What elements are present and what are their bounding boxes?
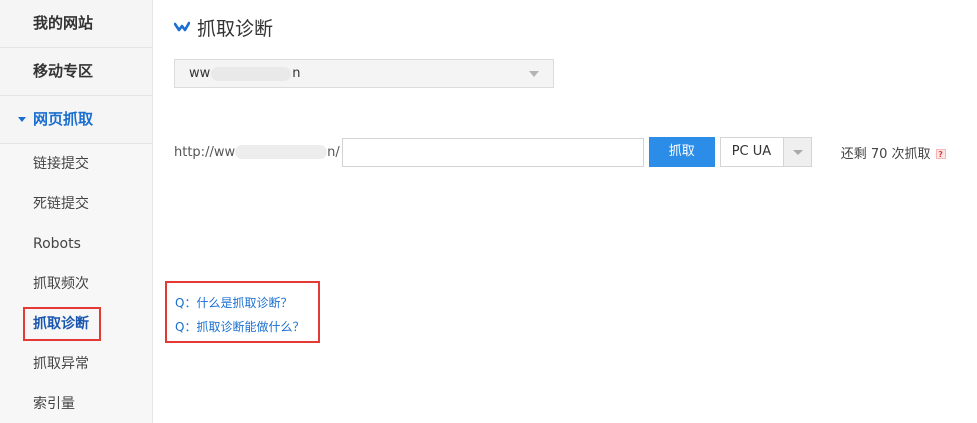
sidebar-item-robots[interactable]: Robots [0, 224, 152, 264]
faq-link-what-can-do[interactable]: Q：抓取诊断能做什么？ [175, 315, 318, 339]
redacted-mask [211, 66, 292, 81]
sidebar-section-label: 移动专区 [33, 62, 94, 80]
sidebar-item-index-volume[interactable]: 索引量 [0, 384, 152, 423]
main-content: 抓取诊断 ww n http://ww n/ 抓取 PC UA 还剩 70 次抓取?… [154, 0, 977, 423]
sidebar-item-label: Robots [33, 236, 81, 252]
caret-down-icon [18, 117, 26, 122]
sidebar-section-mobile[interactable]: 移动专区 [0, 48, 152, 96]
sidebar-item-label: 索引量 [33, 396, 75, 412]
ua-select[interactable]: PC UA [719, 137, 812, 167]
fetch-button[interactable]: 抓取 [648, 137, 715, 167]
sidebar-section-label: 网页抓取 [33, 110, 94, 128]
ua-select-value: PC UA [731, 144, 772, 159]
sidebar-item-crawl-frequency[interactable]: 抓取频次 [0, 264, 152, 304]
question-icon[interactable]: ? [935, 149, 946, 159]
sidebar-section-label: 我的网站 [33, 14, 94, 32]
faq-box: Q：什么是抓取诊断？ Q：抓取诊断能做什么？ [165, 281, 320, 343]
faq-link-what-is[interactable]: Q：什么是抓取诊断？ [175, 291, 318, 315]
fetch-form: http://ww n/ 抓取 PC UA 还剩 70 次抓取? [174, 137, 946, 167]
url-prefix-end: n/ [327, 144, 340, 160]
page-title: 抓取诊断 [174, 15, 274, 40]
sidebar-item-dead-link-submit[interactable]: 死链提交 [0, 184, 152, 224]
site-select-prefix: ww [189, 66, 211, 81]
sidebar-item-label: 死链提交 [33, 196, 89, 212]
page-title-text: 抓取诊断 [197, 17, 274, 40]
check-chevron-icon [174, 21, 190, 32]
url-prefix: http://ww n/ [174, 145, 340, 160]
remaining-text: 还剩 70 次抓取 [840, 146, 931, 162]
sidebar-item-link-submit[interactable]: 链接提交 [0, 144, 152, 184]
highlight-box [23, 307, 101, 341]
sidebar: 我的网站 移动专区 网页抓取 链接提交 死链提交 Robots 抓取频次 抓取诊… [0, 0, 153, 423]
remaining-count: 还剩 70 次抓取? [841, 143, 946, 162]
sidebar-item-label: 抓取异常 [33, 356, 89, 372]
sidebar-item-crawl-errors[interactable]: 抓取异常 [0, 344, 152, 384]
site-select-suffix: n [292, 66, 301, 81]
sidebar-section-my-sites[interactable]: 我的网站 [0, 0, 152, 48]
chevron-down-icon[interactable] [529, 71, 539, 77]
sidebar-item-label: 链接提交 [33, 156, 89, 172]
url-prefix-start: http://ww [174, 144, 236, 160]
url-path-input[interactable] [341, 137, 644, 167]
redacted-mask [235, 145, 328, 159]
sidebar-section-web-crawl[interactable]: 网页抓取 [0, 96, 152, 144]
site-select[interactable]: ww n [174, 59, 554, 88]
sidebar-item-label: 抓取频次 [33, 276, 89, 292]
sidebar-item-crawl-diagnosis[interactable]: 抓取诊断 [0, 304, 152, 344]
chevron-down-icon[interactable] [782, 138, 811, 166]
